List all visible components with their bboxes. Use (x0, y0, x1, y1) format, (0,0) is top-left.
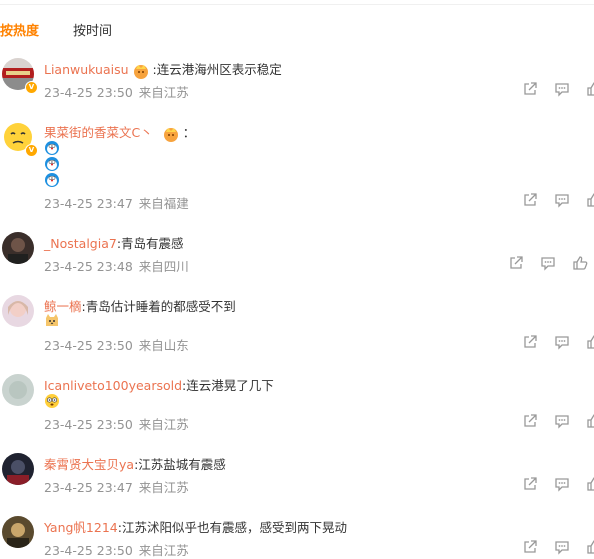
comment-line: 果菜街的香菜文C丶 ： (44, 122, 195, 142)
username[interactable]: Yang帆1214 (44, 520, 118, 535)
comment-icon[interactable] (554, 192, 570, 208)
comment-icon[interactable] (554, 413, 570, 429)
comment-meta: 23-4-25 23:50 来自山东 (44, 335, 189, 354)
comment-icon[interactable] (554, 539, 570, 555)
doraemon-emoji (45, 173, 59, 187)
crown-icon (133, 64, 148, 79)
share-icon[interactable] (508, 255, 524, 271)
doraemon-emoji (45, 141, 59, 155)
like-icon[interactable] (586, 192, 594, 208)
share-icon[interactable] (522, 476, 538, 492)
comment-date: 23-4-25 23:50 (44, 543, 133, 558)
top-divider (0, 4, 594, 5)
tab-sort-by-hot[interactable]: 按热度 (0, 20, 39, 39)
comment-text: :江苏沭阳似乎也有震感，感受到两下晃动 (117, 520, 347, 535)
crown-icon (163, 127, 178, 142)
like-icon[interactable] (586, 539, 594, 555)
emoji-line (44, 393, 60, 413)
comment-date: 23-4-25 23:50 (44, 417, 133, 432)
comment-location: 来自江苏 (138, 480, 189, 495)
username[interactable]: Lianwukuaisu (44, 62, 129, 77)
comment-line: Icanliveto100yearsold:连云港晃了几下 (44, 375, 274, 394)
verified-badge: V (25, 81, 38, 94)
avatar[interactable] (2, 516, 34, 548)
share-icon[interactable] (522, 334, 538, 350)
comment-location: 来自江苏 (138, 543, 189, 558)
comment-location: 来自四川 (138, 259, 189, 274)
comment-icon[interactable] (554, 476, 570, 492)
username[interactable]: Icanliveto100yearsold (44, 378, 182, 393)
like-icon[interactable] (586, 413, 594, 429)
tab-sort-by-time[interactable]: 按时间 (73, 20, 112, 39)
comment-meta: 23-4-25 23:50 来自江苏 (44, 414, 189, 433)
username[interactable]: 秦霄贤大宝贝ya (44, 457, 134, 472)
avatar[interactable] (2, 453, 34, 485)
avatar-image (2, 295, 34, 327)
comment-line: 秦霄贤大宝贝ya:江苏盐城有震感 (44, 454, 226, 473)
comment-line: Lianwukuaisu :连云港海州区表示稳定 (44, 59, 282, 79)
share-icon[interactable] (522, 413, 538, 429)
avatar-image (2, 232, 34, 264)
avatar[interactable] (2, 374, 34, 406)
avatar[interactable] (2, 295, 34, 327)
cat-emoji (46, 314, 58, 326)
share-icon[interactable] (522, 539, 538, 555)
comment-date: 23-4-25 23:50 (44, 338, 133, 353)
comment-date: 23-4-25 23:48 (44, 259, 133, 274)
comment-location: 来自福建 (138, 196, 189, 211)
comment-meta: 23-4-25 23:47 来自江苏 (44, 477, 189, 496)
comment-meta: 23-4-25 23:50 来自江苏 (44, 82, 189, 101)
share-icon[interactable] (522, 81, 538, 97)
comment-text: :青岛估计睡着的都感受不到 (81, 299, 236, 314)
comment-location: 来自山东 (138, 338, 189, 353)
comment-meta: 23-4-25 23:50 来自江苏 (44, 540, 189, 559)
share-icon[interactable] (522, 192, 538, 208)
emoji-line (44, 172, 60, 192)
comment-text: :连云港海州区表示稳定 (152, 62, 282, 77)
doraemon-emoji (45, 157, 59, 171)
like-icon[interactable] (572, 255, 588, 271)
comment-line: _Nostalgia7:青岛有震感 (44, 233, 184, 252)
emoji-line (44, 313, 60, 333)
comment-line: Yang帆1214:江苏沭阳似乎也有震感，感受到两下晃动 (44, 517, 347, 536)
comment-text: :连云港晃了几下 (182, 378, 274, 393)
comment-location: 来自江苏 (138, 417, 189, 432)
comment-text: :江苏盐城有震感 (134, 457, 226, 472)
username[interactable]: 果菜街的香菜文C丶 (44, 125, 153, 140)
comment-icon[interactable] (554, 81, 570, 97)
avatar-image (2, 374, 34, 406)
shocked-emoji (45, 394, 59, 408)
avatar-image (2, 453, 34, 485)
comment-line: 鲸一樀:青岛估计睡着的都感受不到 (44, 296, 236, 315)
username[interactable]: _Nostalgia7 (44, 236, 117, 251)
like-icon[interactable] (586, 81, 594, 97)
like-icon[interactable] (586, 334, 594, 350)
avatar-image (2, 516, 34, 548)
comment-text: :青岛有震感 (116, 236, 184, 251)
comment-date: 23-4-25 23:47 (44, 196, 133, 211)
comment-meta: 23-4-25 23:48 来自四川 (44, 256, 189, 275)
comment-text: ： (182, 125, 196, 140)
like-icon[interactable] (586, 476, 594, 492)
comment-location: 来自江苏 (138, 85, 189, 100)
comment-icon[interactable] (540, 255, 556, 271)
verified-badge: V (25, 144, 38, 157)
avatar[interactable] (2, 232, 34, 264)
username[interactable]: 鲸一樀 (44, 299, 82, 314)
comment-date: 23-4-25 23:50 (44, 85, 133, 100)
comment-meta: 23-4-25 23:47 来自福建 (44, 193, 189, 212)
comment-icon[interactable] (554, 334, 570, 350)
comment-date: 23-4-25 23:47 (44, 480, 133, 495)
